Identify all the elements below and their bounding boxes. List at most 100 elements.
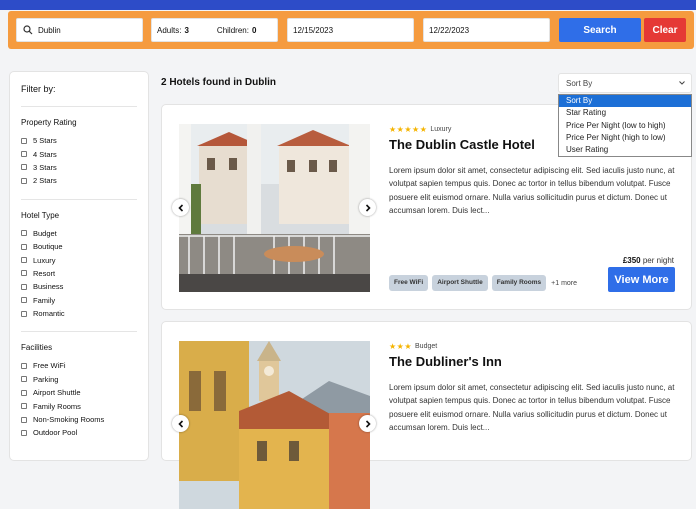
chevron-left-icon bbox=[177, 203, 183, 212]
search-bar: Dublin Adults: 3 Children: 0 12/15/2023 12… bbox=[8, 11, 694, 49]
results-count-title: 2 Hotels found in Dublin bbox=[161, 77, 276, 88]
hotel-photo-image bbox=[179, 124, 370, 292]
adults-label: Adults: bbox=[157, 25, 182, 35]
type-option-romantic[interactable]: Romantic bbox=[21, 307, 137, 320]
amenity-badge: Airport Shuttle bbox=[432, 275, 488, 291]
checkbox[interactable] bbox=[21, 230, 27, 237]
chevron-left-icon bbox=[177, 419, 183, 428]
facility-option-wifi[interactable]: Free WiFi bbox=[21, 359, 137, 372]
carousel-prev-button[interactable] bbox=[172, 415, 189, 432]
rating-option-2[interactable]: 2 Stars bbox=[21, 174, 137, 187]
star-rating-icon: ★★★ bbox=[389, 341, 413, 351]
filters-sidebar: Filter by: Property Rating 5 Stars 4 Sta… bbox=[9, 71, 149, 461]
checkbox[interactable] bbox=[21, 403, 27, 410]
checkbox[interactable] bbox=[21, 137, 27, 144]
view-more-button[interactable]: View More bbox=[608, 267, 675, 292]
option-label: 3 Stars bbox=[33, 162, 57, 172]
type-option-resort[interactable]: Resort bbox=[21, 267, 137, 280]
hotel-photo bbox=[179, 124, 370, 292]
children-label: Children: bbox=[216, 25, 249, 35]
chevron-down-icon bbox=[679, 81, 685, 85]
type-option-family[interactable]: Family bbox=[21, 294, 137, 307]
type-option-budget[interactable]: Budget bbox=[21, 227, 137, 240]
checkbox[interactable] bbox=[21, 177, 27, 184]
sort-dropdown-menu: Sort By Star Rating Price Per Night (low… bbox=[558, 94, 692, 158]
location-input[interactable]: Dublin bbox=[16, 18, 143, 42]
checkbox[interactable] bbox=[21, 416, 27, 423]
facilities-heading: Facilities bbox=[21, 343, 53, 353]
checkbox[interactable] bbox=[21, 429, 27, 436]
type-option-boutique[interactable]: Boutique bbox=[21, 240, 137, 253]
chevron-right-icon bbox=[365, 419, 371, 428]
divider bbox=[21, 106, 137, 107]
option-label: Boutique bbox=[33, 242, 63, 252]
amenities-list: Free WiFi Airport Shuttle Family Rooms +… bbox=[389, 275, 577, 291]
filters-title: Filter by: bbox=[21, 84, 56, 94]
checkbox[interactable] bbox=[21, 362, 27, 369]
adults-value: 3 bbox=[184, 25, 189, 35]
divider bbox=[21, 331, 137, 333]
option-label: Resort bbox=[33, 268, 56, 278]
facility-option-parking[interactable]: Parking bbox=[21, 373, 137, 386]
sort-option-star-rating[interactable]: Star Rating bbox=[559, 107, 691, 119]
option-label: Non-Smoking Rooms bbox=[33, 415, 105, 425]
hotel-photo-image bbox=[179, 341, 370, 509]
checkbox[interactable] bbox=[21, 257, 27, 264]
hotel-description: Lorem ipsum dolor sit amet, consectetur … bbox=[389, 166, 675, 215]
option-label: Romantic bbox=[33, 309, 65, 319]
search-button[interactable]: Search bbox=[559, 18, 641, 42]
more-amenities-link[interactable]: +1 more bbox=[551, 280, 577, 287]
price-suffix: per night bbox=[642, 256, 674, 265]
rating-option-4[interactable]: 4 Stars bbox=[21, 147, 137, 160]
checkbox[interactable] bbox=[21, 297, 27, 304]
type-option-business[interactable]: Business bbox=[21, 280, 137, 293]
hotel-description: Lorem ipsum dolor sit amet, consectetur … bbox=[389, 383, 675, 432]
guests-selector[interactable]: Adults: 3 Children: 0 bbox=[151, 18, 278, 42]
option-label: Parking bbox=[33, 374, 59, 384]
sort-option-user-rating[interactable]: User Rating bbox=[559, 144, 691, 156]
facility-option-shuttle[interactable]: Airport Shuttle bbox=[21, 386, 137, 399]
sort-select[interactable]: Sort By bbox=[558, 73, 692, 93]
divider bbox=[21, 198, 137, 200]
option-label: Luxury bbox=[33, 255, 56, 265]
checkbox[interactable] bbox=[21, 310, 27, 317]
option-label: 2 Stars bbox=[33, 176, 57, 186]
checkbox[interactable] bbox=[21, 243, 27, 250]
clear-button[interactable]: Clear bbox=[644, 18, 686, 42]
facility-option-pool[interactable]: Outdoor Pool bbox=[21, 426, 137, 439]
facility-option-non-smoking[interactable]: Non-Smoking Rooms bbox=[21, 413, 137, 426]
star-rating-icon: ★★★★★ bbox=[389, 124, 428, 134]
rating-option-5[interactable]: 5 Stars bbox=[21, 134, 137, 147]
sort-option-price-high-low[interactable]: Price Per Night (high to low) bbox=[559, 132, 691, 144]
checkbox[interactable] bbox=[21, 151, 27, 158]
location-search-icon bbox=[23, 25, 33, 35]
type-option-luxury[interactable]: Luxury bbox=[21, 253, 137, 266]
carousel-next-button[interactable] bbox=[359, 415, 376, 432]
option-label: 4 Stars bbox=[33, 149, 57, 159]
amenity-badge: Family Rooms bbox=[491, 275, 547, 291]
checkbox[interactable] bbox=[21, 164, 27, 171]
hotel-name[interactable]: The Dubliner's Inn bbox=[389, 354, 679, 372]
carousel-prev-button[interactable] bbox=[172, 199, 189, 216]
option-label: 5 Stars bbox=[33, 136, 57, 146]
option-label: Outdoor Pool bbox=[33, 428, 78, 438]
checkbox[interactable] bbox=[21, 376, 27, 383]
option-label: Business bbox=[33, 282, 64, 292]
sort-option-price-low-high[interactable]: Price Per Night (low to high) bbox=[559, 120, 691, 132]
checkbox[interactable] bbox=[21, 389, 27, 396]
chevron-right-icon bbox=[365, 203, 371, 212]
property-rating-heading: Property Rating bbox=[21, 118, 77, 127]
hotel-type-heading: Hotel Type bbox=[21, 210, 60, 220]
checkbox[interactable] bbox=[21, 283, 27, 290]
rating-option-3[interactable]: 3 Stars bbox=[21, 161, 137, 174]
check-in-date-input[interactable]: 12/15/2023 bbox=[287, 18, 414, 42]
option-label: Family Rooms bbox=[33, 401, 81, 411]
facility-option-family-rooms[interactable]: Family Rooms bbox=[21, 399, 137, 412]
carousel-next-button[interactable] bbox=[359, 199, 376, 216]
check-out-date-input[interactable]: 12/22/2023 bbox=[423, 18, 550, 42]
sort-option-sort-by[interactable]: Sort By bbox=[559, 95, 691, 108]
checkbox[interactable] bbox=[21, 270, 27, 277]
hotel-photo bbox=[179, 341, 370, 509]
price-value: £350 bbox=[622, 256, 641, 265]
top-bar bbox=[0, 0, 696, 10]
